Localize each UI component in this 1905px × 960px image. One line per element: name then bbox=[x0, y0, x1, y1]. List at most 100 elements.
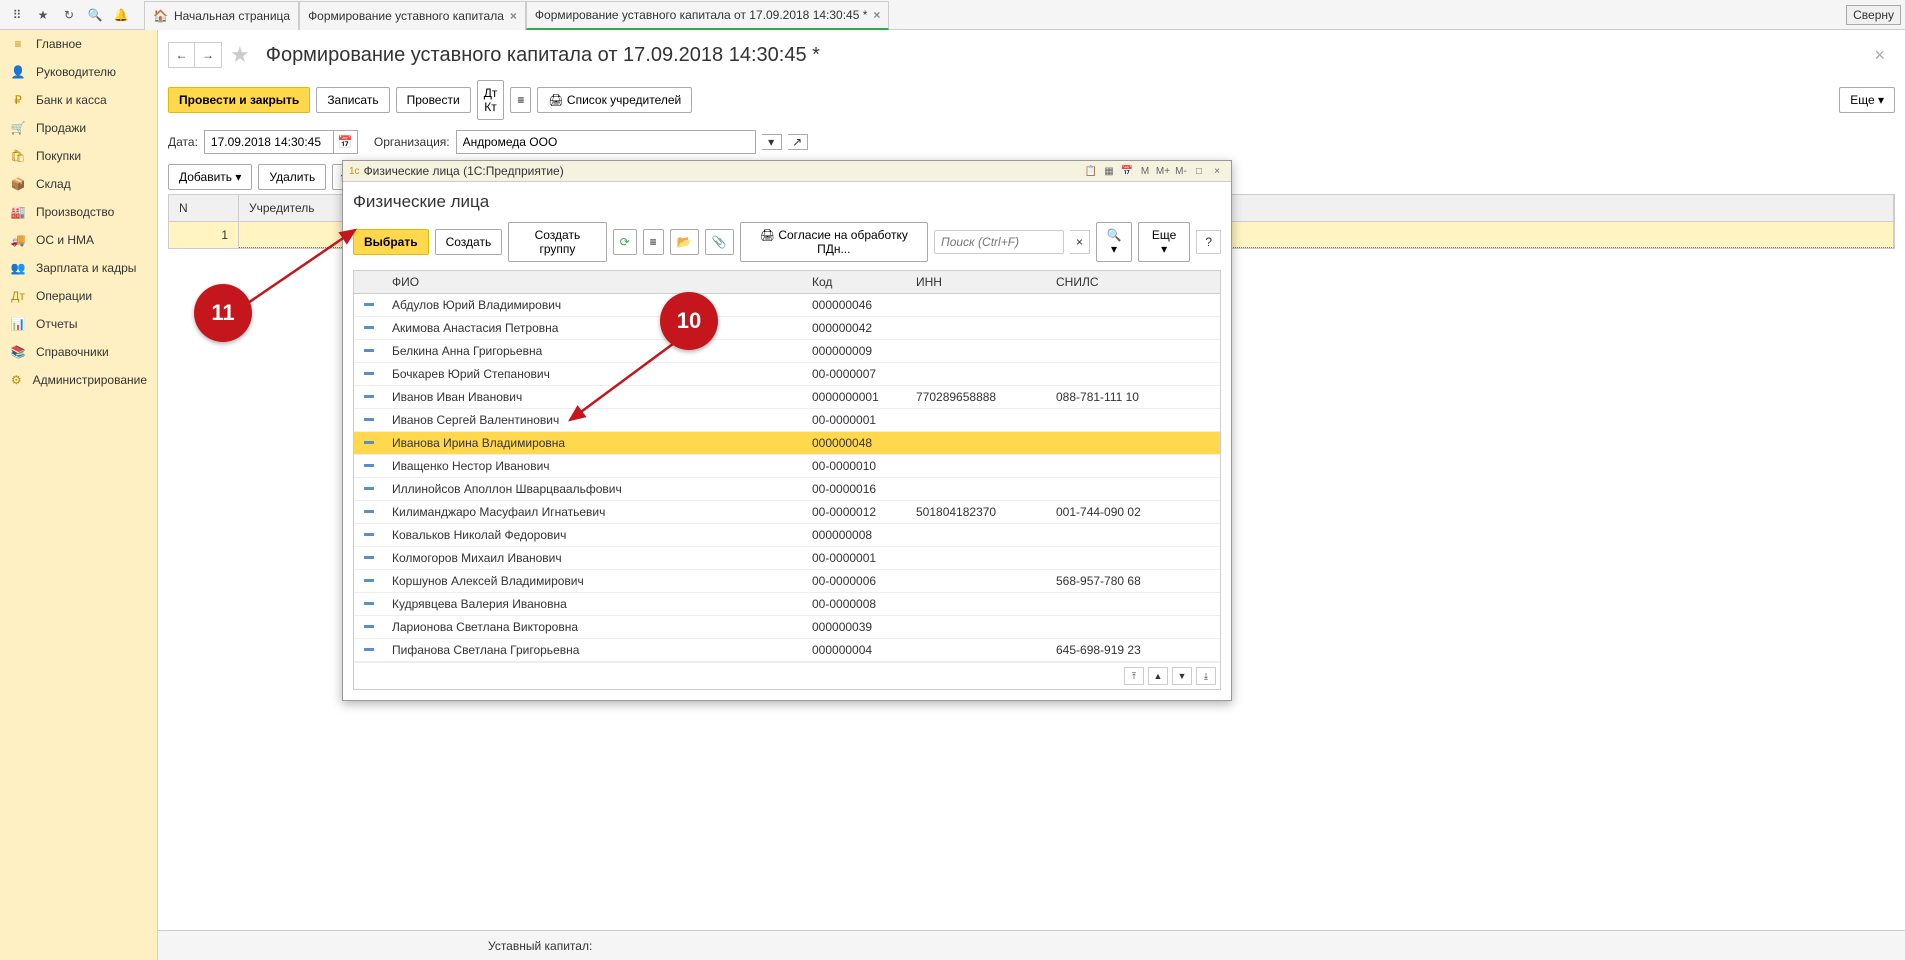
close-icon[interactable]: × bbox=[510, 9, 517, 23]
more-button[interactable]: Еще ▾ bbox=[1839, 87, 1895, 113]
nav-reports[interactable]: 📊Отчеты bbox=[0, 310, 157, 338]
org-open-button[interactable]: ↗ bbox=[788, 134, 808, 150]
item-icon: ▬ bbox=[354, 363, 384, 385]
founders-list-button[interactable]: 🖨 Список учредителей bbox=[537, 87, 692, 113]
header-code[interactable]: Код bbox=[804, 271, 908, 293]
popup-close-icon[interactable]: × bbox=[1209, 166, 1225, 177]
attach-button[interactable]: 📎 bbox=[705, 229, 734, 255]
header-fio[interactable]: ФИО bbox=[384, 271, 804, 293]
grid-icon[interactable]: ▦ bbox=[1101, 166, 1117, 177]
cell-inn bbox=[908, 616, 1048, 638]
nav-main[interactable]: ≡Главное bbox=[0, 30, 157, 58]
create-group-button[interactable]: Создать группу bbox=[508, 222, 606, 262]
popup-more-button[interactable]: Еще ▾ bbox=[1138, 222, 1190, 262]
search-input[interactable] bbox=[934, 230, 1064, 254]
table-row[interactable]: ▬ Белкина Анна Григорьевна 000000009 bbox=[354, 340, 1220, 363]
table-row[interactable]: ▬ Ларионова Светлана Викторовна 00000003… bbox=[354, 616, 1220, 639]
clear-search-button[interactable]: × bbox=[1070, 230, 1090, 254]
nav-operations[interactable]: ДтОперации bbox=[0, 282, 157, 310]
item-icon: ▬ bbox=[354, 501, 384, 523]
scroll-up-button[interactable]: ▲ bbox=[1148, 667, 1168, 685]
nav-hr[interactable]: 👥Зарплата и кадры bbox=[0, 254, 157, 282]
scroll-bottom-button[interactable]: ⤓ bbox=[1196, 667, 1216, 685]
table-row[interactable]: ▬ Килиманджаро Масуфаил Игнатьевич 00-00… bbox=[354, 501, 1220, 524]
org-input[interactable] bbox=[456, 130, 756, 154]
table-row[interactable]: ▬ Пифанова Светлана Григорьевна 00000000… bbox=[354, 639, 1220, 662]
search-icon[interactable]: 🔍 bbox=[82, 1, 108, 29]
table-row[interactable]: ▬ Кудрявцева Валерия Ивановна 00-0000008 bbox=[354, 593, 1220, 616]
table-row[interactable]: ▬ Иванов Иван Иванович 0000000001 770289… bbox=[354, 386, 1220, 409]
date-picker-button[interactable]: 📅 bbox=[334, 130, 358, 154]
create-button[interactable]: Создать bbox=[435, 229, 503, 255]
close-page-button[interactable]: × bbox=[1864, 45, 1895, 66]
cell-fio: Абдулов Юрий Владимирович bbox=[384, 294, 804, 316]
scroll-top-button[interactable]: ⤒ bbox=[1124, 667, 1144, 685]
nav-label: Банк и касса bbox=[36, 93, 107, 107]
collapse-button[interactable]: Сверну bbox=[1846, 5, 1901, 25]
close-icon[interactable]: × bbox=[873, 8, 880, 22]
table-row[interactable]: ▬ Иванов Сергей Валентинович 00-0000001 bbox=[354, 409, 1220, 432]
nav-catalogs[interactable]: 📚Справочники bbox=[0, 338, 157, 366]
nav-bank[interactable]: ₽Банк и касса bbox=[0, 86, 157, 114]
table-row[interactable]: ▬ Абдулов Юрий Владимирович 000000046 bbox=[354, 294, 1220, 317]
add-button[interactable]: Добавить ▾ bbox=[168, 164, 252, 190]
list-button[interactable]: ≡ bbox=[510, 87, 531, 113]
search-options-button[interactable]: 🔍 ▾ bbox=[1096, 222, 1132, 262]
cell-inn: 501804182370 bbox=[908, 501, 1048, 523]
nav-admin[interactable]: ⚙Администрирование bbox=[0, 366, 157, 394]
org-dropdown-button[interactable]: ▾ bbox=[762, 134, 782, 150]
favorite-icon[interactable]: ★ bbox=[230, 42, 250, 68]
tab-home[interactable]: 🏠 Начальная страница bbox=[144, 1, 299, 30]
list-body[interactable]: ▬ Абдулов Юрий Владимирович 000000046 ▬ … bbox=[354, 294, 1220, 662]
table-row[interactable]: ▬ Иллинойсов Аполлон Шварцваальфович 00-… bbox=[354, 478, 1220, 501]
calc-icon[interactable]: 📋 bbox=[1083, 166, 1099, 177]
m-minus-icon[interactable]: M- bbox=[1173, 166, 1189, 177]
footer-label: Уставный капитал: bbox=[488, 939, 592, 953]
nav-purchases[interactable]: 🛍Покупки bbox=[0, 142, 157, 170]
item-icon: ▬ bbox=[354, 570, 384, 592]
post-close-button[interactable]: Провести и закрыть bbox=[168, 87, 310, 113]
consent-button[interactable]: 🖨 Согласие на обработку ПДн... bbox=[740, 222, 928, 262]
tab-doc1[interactable]: Формирование уставного капитала × bbox=[299, 1, 526, 30]
nav-assets[interactable]: 🚚ОС и НМА bbox=[0, 226, 157, 254]
nav-manager[interactable]: 👤Руководителю bbox=[0, 58, 157, 86]
date-input[interactable] bbox=[204, 130, 334, 154]
help-button[interactable]: ? bbox=[1196, 230, 1221, 254]
maximize-icon[interactable]: □ bbox=[1191, 166, 1207, 177]
back-button[interactable]: ← bbox=[169, 43, 195, 67]
nav-production[interactable]: 🏭Производство bbox=[0, 198, 157, 226]
folder-button[interactable]: 📂 bbox=[670, 229, 699, 255]
table-row[interactable]: ▬ Коршунов Алексей Владимирович 00-00000… bbox=[354, 570, 1220, 593]
tab-doc2[interactable]: Формирование уставного капитала от 17.09… bbox=[526, 1, 890, 30]
select-button[interactable]: Выбрать bbox=[353, 229, 429, 255]
table-row[interactable]: ▬ Иванова Ирина Владимировна 000000048 bbox=[354, 432, 1220, 455]
history-icon[interactable]: ↻ bbox=[56, 1, 82, 29]
list-view-button[interactable]: ≡ bbox=[643, 229, 664, 255]
header-inn[interactable]: ИНН bbox=[908, 271, 1048, 293]
save-button[interactable]: Записать bbox=[316, 87, 389, 113]
nav-warehouse[interactable]: 📦Склад bbox=[0, 170, 157, 198]
table-row[interactable]: ▬ Колмогоров Михаил Иванович 00-0000001 bbox=[354, 547, 1220, 570]
tabs: 🏠 Начальная страница Формирование уставн… bbox=[144, 1, 1846, 29]
dt-kt-button[interactable]: ДтКт bbox=[477, 80, 505, 120]
table-row[interactable]: ▬ Иващенко Нестор Иванович 00-0000010 bbox=[354, 455, 1220, 478]
apps-icon[interactable]: ⠿ bbox=[4, 1, 30, 29]
m-icon[interactable]: M bbox=[1137, 166, 1153, 177]
star-icon[interactable]: ★ bbox=[30, 1, 56, 29]
post-button[interactable]: Провести bbox=[396, 87, 471, 113]
popup-title-bar[interactable]: 1с Физические лица (1C:Предприятие) 📋 ▦ … bbox=[343, 161, 1231, 182]
delete-button[interactable]: Удалить bbox=[258, 164, 326, 190]
refresh-button[interactable]: ⟳ bbox=[613, 229, 637, 255]
table-row[interactable]: ▬ Ковальков Николай Федорович 000000008 bbox=[354, 524, 1220, 547]
scroll-down-button[interactable]: ▼ bbox=[1172, 667, 1192, 685]
table-row[interactable]: ▬ Акимова Анастасия Петровна 000000042 bbox=[354, 317, 1220, 340]
table-row[interactable]: ▬ Бочкарев Юрий Степанович 00-0000007 bbox=[354, 363, 1220, 386]
m-plus-icon[interactable]: M+ bbox=[1155, 166, 1171, 177]
forward-button[interactable]: → bbox=[195, 43, 221, 67]
nav-sales[interactable]: 🛒Продажи bbox=[0, 114, 157, 142]
header-snils[interactable]: СНИЛС bbox=[1048, 271, 1220, 293]
cal-icon[interactable]: 📅 bbox=[1119, 166, 1135, 177]
bell-icon[interactable]: 🔔 bbox=[108, 1, 134, 29]
cell-inn bbox=[908, 409, 1048, 431]
cell-inn bbox=[908, 524, 1048, 546]
